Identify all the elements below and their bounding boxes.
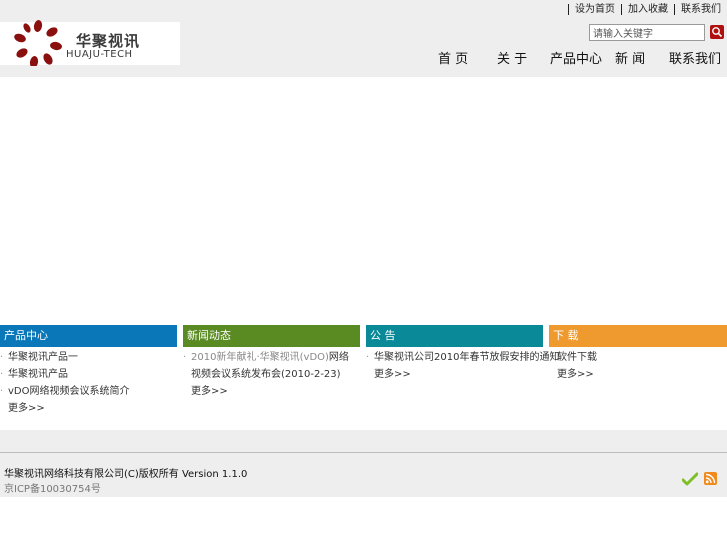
- top-links: 设为首页 加入收藏 联系我们: [566, 4, 725, 15]
- nav-contact[interactable]: 联系我们: [669, 48, 721, 67]
- footer-spacer: [0, 430, 727, 452]
- check-icon[interactable]: [682, 472, 698, 486]
- nav-about[interactable]: 关 于: [497, 48, 527, 67]
- main-nav: 首 页 关 于 产品中心 新 闻 联系我们: [0, 48, 727, 67]
- search-icon: [712, 27, 723, 38]
- panel-products-header[interactable]: 产品中心: [0, 325, 177, 347]
- more-link[interactable]: 更多>>: [0, 400, 177, 417]
- contact-us-link[interactable]: 联系我们: [674, 4, 725, 15]
- panel-notice-header[interactable]: 公 告: [366, 325, 543, 347]
- rss-icon[interactable]: [704, 472, 717, 485]
- panel-download-header[interactable]: 下 载: [549, 325, 727, 347]
- header: 华聚视讯 HUAJU-TECH 设为首页 加入收藏 联系我们 首 页 关 于 产…: [0, 0, 727, 77]
- icp-link[interactable]: 京ICP备10030754号: [4, 480, 101, 495]
- list-item[interactable]: 华聚视讯产品一: [0, 349, 177, 366]
- more-link[interactable]: 更多>>: [366, 366, 543, 383]
- more-link[interactable]: 更多>>: [549, 366, 727, 383]
- panel-news-header[interactable]: 新闻动态: [183, 325, 360, 347]
- nav-news[interactable]: 新 闻: [615, 48, 645, 67]
- search-button[interactable]: [710, 25, 724, 39]
- nav-home[interactable]: 首 页: [438, 48, 468, 67]
- panel-download-list: 软件下载 更多>>: [549, 349, 727, 383]
- list-item[interactable]: vDO网络视频会议系统简介: [0, 383, 177, 400]
- set-homepage-link[interactable]: 设为首页: [568, 4, 619, 15]
- list-item[interactable]: 2010新年献礼·华聚视讯(vDO)网络视频会议系统发布会(2010-2-23): [183, 349, 356, 383]
- list-item[interactable]: 软件下载: [549, 349, 727, 366]
- search-input[interactable]: [589, 24, 705, 41]
- add-favorite-link[interactable]: 加入收藏: [621, 4, 672, 15]
- more-link[interactable]: 更多>>: [183, 383, 360, 400]
- panel-notice-list: 华聚视讯公司2010年春节放假安排的通知 更多>>: [366, 349, 559, 383]
- nav-products[interactable]: 产品中心: [550, 48, 602, 67]
- list-item[interactable]: 华聚视讯产品: [0, 366, 177, 383]
- panel-news-list: 2010新年献礼·华聚视讯(vDO)网络视频会议系统发布会(2010-2-23)…: [183, 349, 360, 400]
- list-item[interactable]: 华聚视讯公司2010年春节放假安排的通知: [366, 349, 559, 366]
- panel-products-list: 华聚视讯产品一 华聚视讯产品 vDO网络视频会议系统简介 更多>>: [0, 349, 177, 417]
- copyright-text: 华聚视讯网络科技有限公司(C)版权所有 Version 1.1.0: [4, 469, 248, 480]
